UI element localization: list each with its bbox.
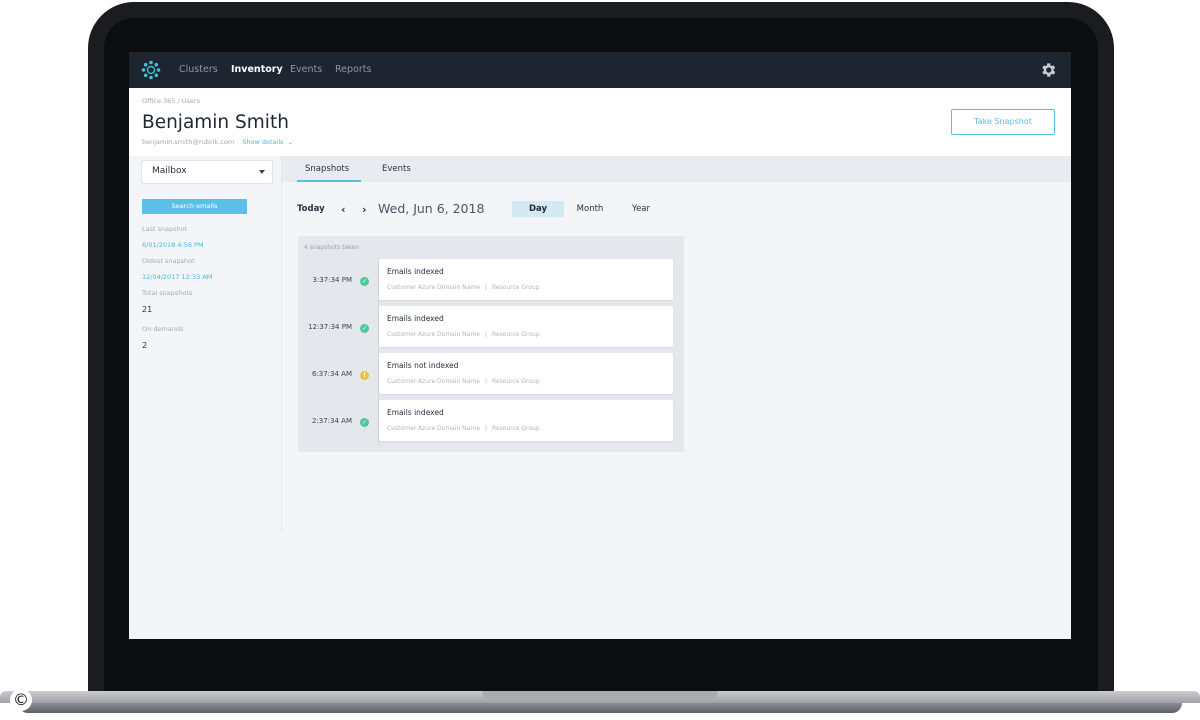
snapshot-meta: Customer Azure Domain Name | Resource Grou… <box>387 378 540 385</box>
timeline-row: 12:37:34 PM ✓ Emails indexed Customer Az… <box>298 306 684 349</box>
range-day-button[interactable]: Day <box>512 201 564 217</box>
snapshot-status-title: Emails not indexed <box>387 361 459 370</box>
page-header: Office 365 / Users Benjamin Smith benjam… <box>129 88 1071 156</box>
date-controls: Today ‹ › Wed, Jun 6, 2018 Day Month Yea… <box>282 192 1071 222</box>
nav-events[interactable]: Events <box>290 64 322 75</box>
object-type-select[interactable]: Mailbox <box>141 160 273 184</box>
stat-label-last-snapshot: Last snapshot <box>142 225 188 233</box>
warning-icon: ! <box>360 371 369 380</box>
snapshot-time: 2:37:34 AM <box>311 417 352 425</box>
success-check-icon: ✓ <box>360 277 369 286</box>
page-title: Benjamin Smith <box>142 112 289 133</box>
snapshot-meta: Customer Azure Domain Name | Resource Grou… <box>387 331 540 338</box>
snapshot-time: 6:37:34 AM <box>311 370 352 378</box>
tab-bar: Snapshots Events <box>282 156 1071 182</box>
meta-domain: Customer Azure Domain Name <box>387 378 480 385</box>
tab-snapshots[interactable]: Snapshots <box>305 164 349 174</box>
meta-domain: Customer Azure Domain Name <box>387 284 480 291</box>
nav-inventory[interactable]: Inventory <box>231 64 283 75</box>
timeline-row: 3:37:34 PM ✓ Emails indexed Customer Azu… <box>298 259 684 302</box>
meta-domain: Customer Azure Domain Name <box>387 331 480 338</box>
success-check-icon: ✓ <box>360 418 369 427</box>
top-navigation: Clusters Inventory Events Reports <box>129 52 1071 88</box>
stat-label-on-demands: On demands <box>142 325 184 333</box>
sidebar: Mailbox Search emails Last snapshot 6/01… <box>129 156 281 639</box>
timeline-row: 2:37:34 AM ✓ Emails indexed Customer Azu… <box>298 400 684 443</box>
range-year-button[interactable]: Year <box>618 201 664 217</box>
nav-clusters[interactable]: Clusters <box>179 64 218 75</box>
select-value: Mailbox <box>152 166 187 176</box>
snapshot-meta: Customer Azure Domain Name | Resource Grou… <box>387 425 540 432</box>
caret-down-icon <box>259 170 265 174</box>
laptop-base-bottom <box>18 703 1182 713</box>
stat-value-on-demands: 2 <box>142 341 148 350</box>
snapshot-time: 3:37:34 PM <box>312 276 352 284</box>
stat-label-oldest-snapshot: Oldest snapshot <box>142 257 195 265</box>
meta-domain: Customer Azure Domain Name <box>387 425 480 432</box>
search-emails-button[interactable]: Search emails <box>142 199 247 214</box>
breadcrumb[interactable]: Office 365 / Users <box>142 97 200 105</box>
snapshot-count: 4 snapshots taken <box>304 244 359 251</box>
app-screen: Clusters Inventory Events Reports Office… <box>129 52 1071 639</box>
gear-icon[interactable] <box>1039 61 1057 79</box>
tab-events[interactable]: Events <box>382 164 411 174</box>
show-details-link[interactable]: Show details <box>242 138 283 146</box>
timeline-row: 6:37:34 AM ! Emails not indexed Customer… <box>298 353 684 396</box>
stat-value-total-snapshots: 21 <box>142 305 153 314</box>
laptop-notch <box>482 691 718 699</box>
user-email-line: benjamin.smith@rubrik.com Show details ⌄ <box>142 138 293 146</box>
take-snapshot-button[interactable]: Take Snapshot <box>951 109 1055 135</box>
snapshot-status-title: Emails indexed <box>387 314 444 323</box>
meta-resource-group: Resource Group <box>491 331 540 338</box>
chevron-down-icon[interactable]: ⌄ <box>288 138 293 146</box>
today-button[interactable]: Today <box>297 204 325 214</box>
stat-value-last-snapshot[interactable]: 6/01/2018 4:56 PM <box>142 241 204 249</box>
stat-label-total-snapshots: Total snapshots <box>142 289 193 297</box>
chevron-left-icon[interactable]: ‹ <box>341 203 346 216</box>
snapshot-card[interactable]: Emails not indexed Customer Azure Domain… <box>379 353 673 394</box>
meta-resource-group: Resource Group <box>491 378 540 385</box>
snapshot-timeline: 4 snapshots taken 3:37:34 PM ✓ Emails in… <box>298 236 684 452</box>
rubrik-logo-icon[interactable] <box>141 60 161 80</box>
snapshot-card[interactable]: Emails indexed Customer Azure Domain Nam… <box>379 400 673 441</box>
copyright-mark: © <box>10 689 32 711</box>
nav-reports[interactable]: Reports <box>335 64 371 75</box>
snapshot-status-title: Emails indexed <box>387 408 444 417</box>
success-check-icon: ✓ <box>360 324 369 333</box>
snapshot-card[interactable]: Emails indexed Customer Azure Domain Nam… <box>379 259 673 300</box>
laptop-base <box>0 691 1200 720</box>
snapshot-time: 12:37:34 PM <box>308 323 352 331</box>
current-date: Wed, Jun 6, 2018 <box>378 201 485 216</box>
snapshot-card[interactable]: Emails indexed Customer Azure Domain Nam… <box>379 306 673 347</box>
range-month-button[interactable]: Month <box>567 201 613 217</box>
user-email: benjamin.smith@rubrik.com <box>142 138 235 146</box>
stat-value-oldest-snapshot[interactable]: 12/04/2017 12:33 AM <box>142 273 212 281</box>
snapshot-status-title: Emails indexed <box>387 267 444 276</box>
chevron-right-icon[interactable]: › <box>362 203 367 216</box>
meta-resource-group: Resource Group <box>491 425 540 432</box>
meta-resource-group: Resource Group <box>491 284 540 291</box>
active-tab-indicator <box>297 180 361 182</box>
snapshot-meta: Customer Azure Domain Name | Resource Grou… <box>387 284 540 291</box>
